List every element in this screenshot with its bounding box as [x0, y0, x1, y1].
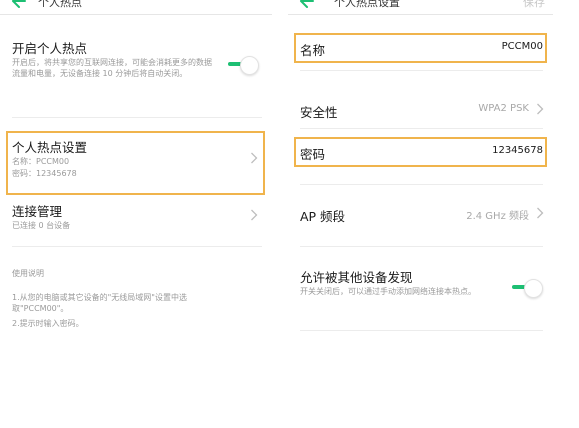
- ap-band-value: 2.4 GHz 频段: [466, 211, 529, 222]
- security-value: WPA2 PSK: [478, 103, 529, 114]
- divider: [300, 330, 543, 331]
- highlight-box: [294, 137, 547, 167]
- page-title: 个人热点: [38, 0, 82, 9]
- divider: [12, 246, 262, 247]
- discoverable-description: 开关关闭后，可以通过手动添加网络连接本热点。: [300, 287, 476, 296]
- divider: [300, 128, 543, 129]
- chevron-right-icon: [251, 209, 258, 221]
- discoverable-toggle-switch[interactable]: [510, 279, 544, 298]
- instructions-step-2: 2.提示时输入密码。: [12, 319, 84, 328]
- chevron-right-icon: [537, 103, 544, 115]
- top-bar: 个人热点: [0, 0, 272, 15]
- page-title: 个人热点设置: [334, 0, 400, 9]
- hotspot-toggle-description: 开启后，将共享您的互联网连接，可能会消耗更多的数据流量和电量，无设备连接 10 …: [12, 58, 212, 78]
- highlight-box: [294, 33, 547, 63]
- top-bar: 个人热点设置 保存: [288, 0, 553, 15]
- chevron-right-icon: [537, 207, 544, 219]
- hotspot-settings-screen: 个人热点设置 保存 名称 PCCM00 安全性 WPA2 PSK 密码 1234…: [288, 0, 553, 428]
- back-arrow-icon[interactable]: [10, 0, 28, 10]
- instructions-step-1: 1.从您的电脑或其它设备的"无线局域网"设置中选取"PCCM00"。: [12, 293, 187, 313]
- highlight-box: [6, 131, 265, 195]
- instructions-heading: 使用说明: [12, 269, 44, 278]
- divider: [300, 184, 543, 185]
- divider: [12, 117, 262, 118]
- connection-management-title: 连接管理: [12, 204, 63, 219]
- divider: [300, 70, 543, 71]
- hotspot-toggle-title: 开启个人热点: [12, 41, 88, 56]
- connection-count: 已连接 0 台设备: [12, 221, 71, 230]
- hotspot-screen: 个人热点 开启个人热点 开启后，将共享您的互联网连接，可能会消耗更多的数据流量和…: [0, 0, 272, 428]
- divider: [300, 246, 543, 247]
- ap-band-label: AP 频段: [300, 209, 346, 224]
- hotspot-toggle-switch[interactable]: [226, 56, 260, 75]
- back-arrow-icon[interactable]: [298, 0, 316, 10]
- security-label: 安全性: [300, 105, 338, 120]
- discoverable-title: 允许被其他设备发现: [300, 270, 413, 285]
- save-button[interactable]: 保存: [523, 0, 545, 10]
